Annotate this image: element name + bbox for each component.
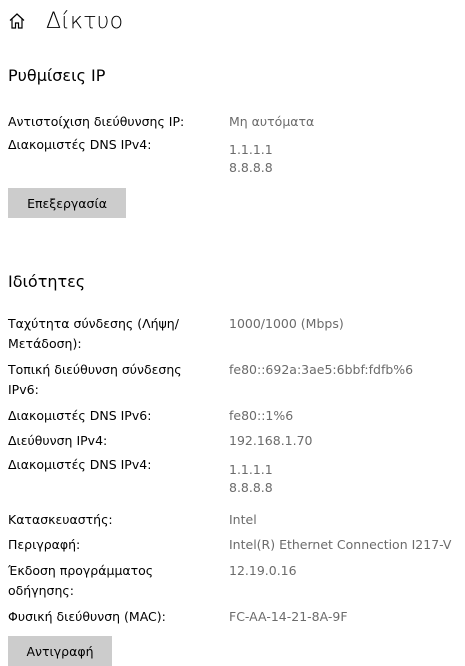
page-header: Δίκτυο	[8, 6, 123, 36]
link-speed-label-line2: Μετάδοση):	[8, 336, 82, 351]
driver-version-label-line2: οδήγησης:	[8, 583, 74, 598]
properties-dns-ipv4-server-1: 1.1.1.1	[229, 462, 273, 477]
properties-dns-ipv4-label: Διακομιστές DNS IPv4:	[8, 457, 152, 472]
manufacturer-label: Κατασκευαστής:	[8, 512, 113, 527]
dns-ipv4-servers-label: Διακομιστές DNS IPv4:	[8, 137, 152, 152]
mac-address-label: Φυσική διεύθυνση (MAC):	[8, 609, 166, 624]
home-icon[interactable]	[8, 12, 26, 30]
link-speed-label-line1: Ταχύτητα σύνδεσης (Λήψη/	[8, 316, 179, 331]
link-local-ipv6-label-line1: Τοπική διεύθυνση σύνδεσης	[8, 362, 182, 377]
ip-assignment-value: Μη αυτόματα	[229, 114, 315, 129]
ip-settings-title: Ρυθμίσεις IP	[8, 66, 106, 85]
properties-title: Ιδιότητες	[8, 272, 86, 291]
edit-button[interactable]: Επεξεργασία	[8, 188, 126, 218]
dns-ipv4-server-1: 1.1.1.1	[229, 142, 273, 157]
ip-assignment-label: Αντιστοίχιση διεύθυνσης IP:	[8, 114, 185, 129]
description-value: Intel(R) Ethernet Connection I217-V	[229, 537, 452, 552]
driver-version-value: 12.19.0.16	[229, 563, 297, 578]
properties-dns-ipv4-server-2: 8.8.8.8	[229, 480, 273, 495]
link-local-ipv6-label-line2: IPv6:	[8, 382, 39, 397]
page-title: Δίκτυο	[46, 8, 124, 34]
ipv4-address-label: Διεύθυνση IPv4:	[8, 433, 108, 448]
link-local-ipv6-value: fe80::692a:3ae5:6bbf:fdfb%6	[229, 362, 414, 377]
ipv4-address-value: 192.168.1.70	[229, 433, 313, 448]
dns-ipv4-server-2: 8.8.8.8	[229, 160, 273, 175]
copy-button[interactable]: Αντιγραφή	[8, 636, 112, 666]
link-speed-value: 1000/1000 (Mbps)	[229, 316, 344, 331]
dns-ipv6-servers-value: fe80::1%6	[229, 408, 294, 423]
manufacturer-value: Intel	[229, 512, 257, 527]
driver-version-label-line1: Έκδοση προγράμματος	[8, 563, 154, 578]
network-settings-page: Δίκτυο Ρυθμίσεις IP Αντιστοίχιση διεύθυν…	[0, 0, 465, 666]
dns-ipv6-servers-label: Διακομιστές DNS IPv6:	[8, 408, 152, 423]
mac-address-value: FC-AA-14-21-8A-9F	[229, 609, 348, 624]
description-label: Περιγραφή:	[8, 537, 81, 552]
